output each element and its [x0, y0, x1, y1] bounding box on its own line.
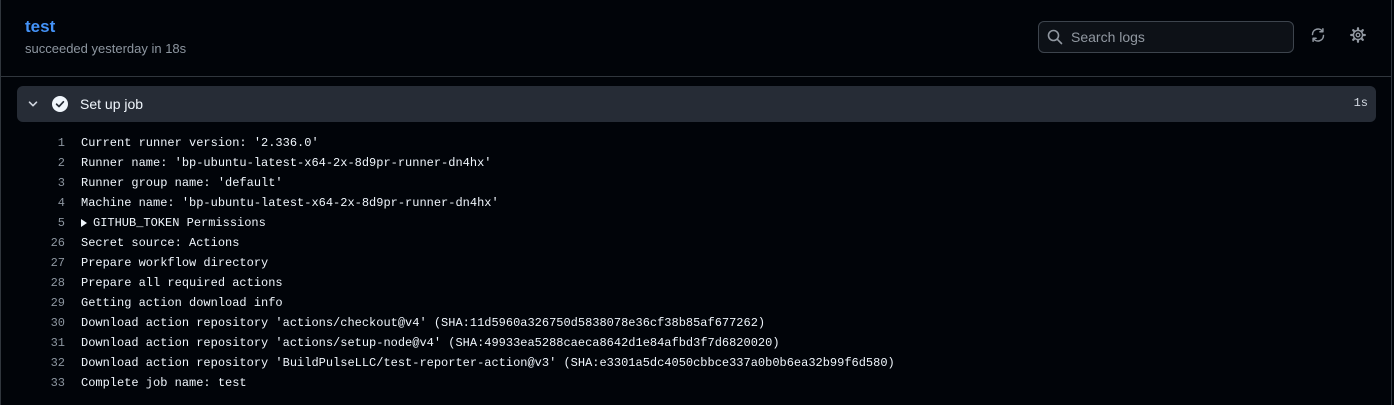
log-line: 27 Prepare workflow directory	[17, 253, 1376, 273]
log-line: 28 Prepare all required actions	[17, 273, 1376, 293]
settings-button[interactable]	[1345, 24, 1371, 50]
step-name: Set up job	[80, 96, 144, 112]
log-line: 29 Getting action download info	[17, 293, 1376, 313]
search-logs-input[interactable]	[1071, 23, 1293, 51]
log-line: 5 GITHUB_TOKEN Permissions	[17, 213, 1376, 233]
line-number-link[interactable]: 1	[17, 133, 65, 153]
log-line-text: Prepare all required actions	[81, 276, 283, 290]
log-line-content: Complete job name: test	[81, 373, 247, 393]
log-line-content: Prepare all required actions	[81, 273, 283, 293]
log-line-text: Secret source: Actions	[81, 236, 240, 250]
search-logs-box[interactable]	[1038, 21, 1294, 53]
log-line-text: Runner name: 'bp-ubuntu-latest-x64-2x-8d…	[81, 156, 492, 170]
refresh-button[interactable]	[1305, 24, 1331, 50]
chevron-down-icon[interactable]	[25, 96, 41, 112]
line-number-link[interactable]: 30	[17, 313, 65, 333]
check-circle-icon	[52, 96, 68, 112]
log-line-content: Runner group name: 'default'	[81, 173, 283, 193]
triangle-right-icon[interactable]	[81, 219, 87, 227]
job-title-link[interactable]: test	[25, 17, 55, 37]
log-line-text: Prepare workflow directory	[81, 256, 269, 270]
log-line: 30 Download action repository 'actions/ch…	[17, 313, 1376, 333]
search-icon	[1047, 29, 1063, 45]
log-line: 4 Machine name: 'bp-ubuntu-latest-x64-2x-…	[17, 193, 1376, 213]
log-line-content: Getting action download info	[81, 293, 283, 313]
log-line-content: Download action repository 'BuildPulseLL…	[81, 353, 895, 373]
line-number-link[interactable]: 31	[17, 333, 65, 353]
line-number-link[interactable]: 32	[17, 353, 65, 373]
job-header: test succeeded yesterday in 18s	[1, 0, 1391, 77]
line-number-link[interactable]: 26	[17, 233, 65, 253]
log-line: 33 Complete job name: test	[17, 373, 1376, 393]
log-line-text: Machine name: 'bp-ubuntu-latest-x64-2x-8…	[81, 196, 499, 210]
step-set-up-job[interactable]: Set up job 1s	[17, 86, 1376, 122]
gear-icon	[1350, 26, 1366, 48]
log-line: 31 Download action repository 'actions/se…	[17, 333, 1376, 353]
line-number-link[interactable]: 3	[17, 173, 65, 193]
line-number-link[interactable]: 28	[17, 273, 65, 293]
log-line-content[interactable]: GITHUB_TOKEN Permissions	[81, 213, 266, 233]
log-line-content: Prepare workflow directory	[81, 253, 268, 273]
log-line-text: Download action repository 'actions/setu…	[81, 336, 780, 350]
log-line-text: Complete job name: test	[81, 376, 247, 390]
log-line-text: Current runner version: '2.336.0'	[81, 136, 319, 150]
line-number-link[interactable]: 33	[17, 373, 65, 393]
line-number-link[interactable]: 27	[17, 253, 65, 273]
log-line-text: Runner group name: 'default'	[81, 176, 283, 190]
sync-icon	[1310, 27, 1326, 48]
log-line-text: GITHUB_TOKEN Permissions	[93, 216, 266, 230]
log-line-text: Getting action download info	[81, 296, 283, 310]
log-line: 26 Secret source: Actions	[17, 233, 1376, 253]
log-line: 32 Download action repository 'BuildPulse…	[17, 353, 1376, 373]
log-line-content: Current runner version: '2.336.0'	[81, 133, 319, 153]
log-line-text: Download action repository 'actions/chec…	[81, 316, 766, 330]
line-number-link[interactable]: 5	[17, 213, 65, 233]
log-line: 2 Runner name: 'bp-ubuntu-latest-x64-2x-8…	[17, 153, 1376, 173]
log-output: 1 Current runner version: '2.336.0' 2 Runne…	[17, 133, 1376, 393]
job-log-panel: test succeeded yesterday in 18s Search l…	[0, 0, 1392, 405]
line-number-link[interactable]: 29	[17, 293, 65, 313]
log-line: 1 Current runner version: '2.336.0'	[17, 133, 1376, 153]
line-number-link[interactable]: 4	[17, 193, 65, 213]
log-line-content: Download action repository 'actions/setu…	[81, 333, 780, 353]
log-line-text: Download action repository 'BuildPulseLL…	[81, 356, 895, 370]
log-line-content: Machine name: 'bp-ubuntu-latest-x64-2x-8…	[81, 193, 499, 213]
log-line-content: Download action repository 'actions/chec…	[81, 313, 765, 333]
line-number-link[interactable]: 2	[17, 153, 65, 173]
step-duration: 1s	[1353, 96, 1368, 110]
log-line-content: Secret source: Actions	[81, 233, 239, 253]
log-line-content: Runner name: 'bp-ubuntu-latest-x64-2x-8d…	[81, 153, 491, 173]
job-status-text: succeeded yesterday in 18s	[25, 41, 187, 56]
log-line: 3 Runner group name: 'default'	[17, 173, 1376, 193]
